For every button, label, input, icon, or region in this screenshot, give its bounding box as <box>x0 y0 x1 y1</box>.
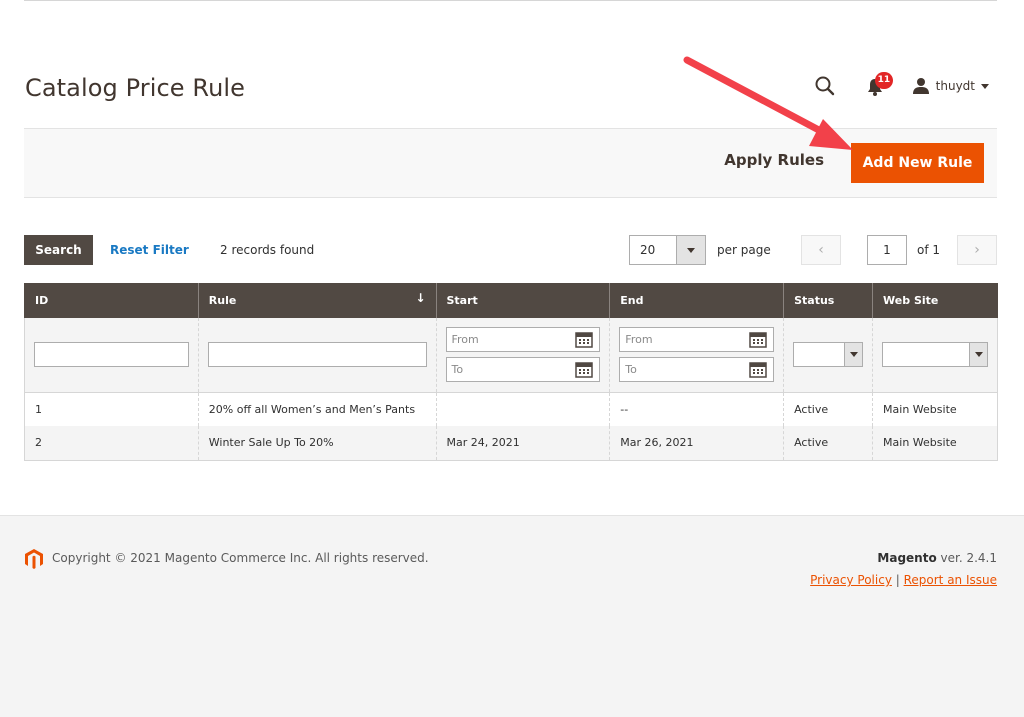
cell-website: Main Website <box>872 392 998 426</box>
chevron-right-icon: › <box>974 242 980 258</box>
page-actions-bar: Apply Rules Add New Rule <box>24 128 997 198</box>
copyright-text: Copyright © 2021 Magento Commerce Inc. A… <box>52 551 429 565</box>
column-header-status[interactable]: Status <box>783 283 874 318</box>
add-new-rule-button[interactable]: Add New Rule <box>851 143 984 183</box>
per-page-dropdown-button[interactable] <box>676 236 705 264</box>
column-header-website[interactable]: Web Site <box>872 283 998 318</box>
per-page-label: per page <box>717 243 771 257</box>
calendar-icon[interactable] <box>575 331 594 348</box>
status-filter-select[interactable] <box>793 342 864 368</box>
start-to-filter[interactable]: To <box>445 357 601 383</box>
page-title: Catalog Price Rule <box>25 74 246 102</box>
cell-start <box>435 392 610 426</box>
chevron-down-icon <box>687 247 695 253</box>
cell-id: 2 <box>24 426 199 461</box>
table-row[interactable]: 1 20% off all Women’s and Men’s Pants --… <box>24 392 998 426</box>
notifications-count-badge: 11 <box>874 72 894 89</box>
cell-status: Active <box>783 426 873 461</box>
footer-links: Privacy Policy | Report an Issue <box>810 573 997 587</box>
chevron-down-icon <box>849 352 858 358</box>
column-header-start[interactable]: Start <box>435 283 611 318</box>
end-to-filter[interactable]: To <box>619 357 775 383</box>
search-icon[interactable] <box>814 75 836 97</box>
cell-status: Active <box>783 392 873 426</box>
reset-filter-link[interactable]: Reset Filter <box>110 243 189 257</box>
notifications-button[interactable]: 11 <box>866 72 894 97</box>
privacy-policy-link[interactable]: Privacy Policy <box>810 573 892 587</box>
column-header-end[interactable]: End <box>609 283 785 318</box>
cell-end: -- <box>609 392 784 426</box>
admin-header-actions: 11 thuydt <box>814 72 989 100</box>
current-page-input[interactable] <box>867 235 907 265</box>
version-number: ver. 2.4.1 <box>936 551 997 565</box>
id-filter-input[interactable] <box>34 342 189 368</box>
table-row[interactable]: 2 Winter Sale Up To 20% Mar 24, 2021 Mar… <box>24 426 998 461</box>
page-footer: Copyright © 2021 Magento Commerce Inc. A… <box>0 515 1024 717</box>
cell-rule: 20% off all Women’s and Men’s Pants <box>197 392 436 426</box>
chevron-left-icon: ‹ <box>818 242 824 258</box>
chevron-down-icon <box>974 352 983 358</box>
sort-arrow-down-icon: ↓ <box>415 291 426 305</box>
username: thuydt <box>935 79 975 93</box>
calendar-icon[interactable] <box>749 331 767 348</box>
cell-start: Mar 24, 2021 <box>435 426 610 461</box>
apply-rules-button[interactable]: Apply Rules <box>724 151 824 169</box>
user-icon <box>912 78 929 94</box>
brand-name: Magento <box>877 551 937 565</box>
calendar-icon[interactable] <box>749 361 767 378</box>
user-account-menu[interactable]: thuydt <box>912 77 989 95</box>
records-found: 2 records found <box>220 243 315 257</box>
column-header-id[interactable]: ID <box>24 283 199 318</box>
per-page-value: 20 <box>640 243 656 257</box>
start-from-filter[interactable]: From <box>445 327 601 353</box>
version-info: Magento ver. 2.4.1 <box>877 551 997 565</box>
cell-website: Main Website <box>872 426 998 461</box>
link-separator: | <box>891 573 904 587</box>
column-header-rule[interactable]: Rule ↓ <box>197 283 437 318</box>
end-from-filter[interactable]: From <box>619 327 775 353</box>
top-divider <box>24 0 997 1</box>
chevron-down-icon <box>981 83 989 89</box>
website-filter-select[interactable] <box>882 342 988 368</box>
catalog-rules-grid: ID Rule ↓ Start End Status Web Site From … <box>24 283 998 461</box>
cell-rule: Winter Sale Up To 20% <box>197 426 436 461</box>
grid-toolbar: Search Reset Filter 2 records found 20 p… <box>24 235 997 266</box>
previous-page-button[interactable]: ‹ <box>801 235 841 265</box>
cell-id: 1 <box>24 392 199 426</box>
report-issue-link[interactable]: Report an Issue <box>904 573 997 587</box>
magento-logo-icon <box>25 549 43 569</box>
next-page-button[interactable]: › <box>957 235 997 265</box>
search-button[interactable]: Search <box>24 235 93 265</box>
total-pages: of 1 <box>917 243 941 257</box>
rule-filter-input[interactable] <box>207 342 427 368</box>
cell-end: Mar 26, 2021 <box>609 426 784 461</box>
filter-row: From To From To <box>24 318 998 393</box>
per-page-select[interactable]: 20 <box>629 235 706 265</box>
calendar-icon[interactable] <box>575 361 594 378</box>
